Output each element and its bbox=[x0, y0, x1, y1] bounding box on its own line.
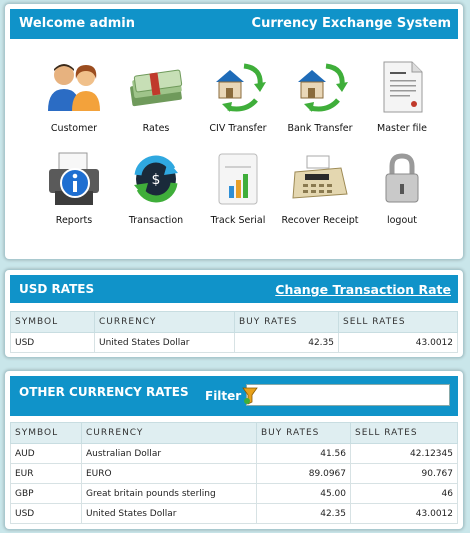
menu-item-transaction[interactable]: $ Transaction bbox=[115, 151, 197, 243]
menu-label: Master file bbox=[377, 123, 427, 134]
column-header: CURRENCY bbox=[94, 311, 235, 333]
column-header: SYMBOL bbox=[10, 311, 95, 333]
table-header-row: SYMBOL CURRENCY BUY RATES SELL RATES bbox=[10, 422, 458, 444]
welcome-text: Welcome admin bbox=[19, 16, 136, 31]
menu-grid: Customer Rates CIV Transfer Bank Transfe… bbox=[33, 59, 443, 243]
menu-item-civ-transfer[interactable]: CIV Transfer bbox=[197, 59, 279, 151]
bank-transfer-icon bbox=[289, 59, 351, 115]
column-header: SELL RATES bbox=[338, 311, 458, 333]
currency-cell: Australian Dollar bbox=[81, 443, 257, 464]
symbol-cell: USD bbox=[10, 332, 95, 353]
menu-label: Bank Transfer bbox=[287, 123, 353, 134]
system-title: Currency Exchange System bbox=[251, 16, 451, 31]
currency-cell: EURO bbox=[81, 463, 257, 484]
buy-rate-cell: 89.0967 bbox=[256, 463, 351, 484]
usd-rates-table: SYMBOL CURRENCY BUY RATES SELL RATES USD… bbox=[10, 311, 458, 353]
usd-rates-title: USD RATES bbox=[19, 282, 95, 296]
change-transaction-rate-link[interactable]: Change Transaction Rate bbox=[275, 282, 451, 297]
filter-input[interactable] bbox=[246, 384, 450, 406]
sell-rate-cell: 42.12345 bbox=[350, 443, 458, 464]
buy-rate-cell: 42.35 bbox=[256, 503, 351, 524]
money-stack-icon bbox=[125, 59, 187, 115]
menu-label: Transaction bbox=[128, 215, 184, 226]
symbol-cell: EUR bbox=[10, 463, 82, 484]
menu-label: CIV Transfer bbox=[209, 123, 267, 134]
table-row: USD United States Dollar 42.35 43.0012 bbox=[10, 503, 458, 524]
exchange-arrows-icon: $ bbox=[125, 151, 187, 207]
menu-item-reports[interactable]: Reports bbox=[33, 151, 115, 243]
house-transfer-icon bbox=[207, 59, 269, 115]
table-row: EUR EURO 89.0967 90.767 bbox=[10, 463, 458, 484]
main-menu-panel: Welcome admin Currency Exchange System C… bbox=[4, 3, 464, 260]
buy-rate-cell: 45.00 bbox=[256, 483, 351, 504]
buy-rate-cell: 41.56 bbox=[256, 443, 351, 464]
printer-info-icon bbox=[43, 151, 105, 207]
menu-item-logout[interactable]: logout bbox=[361, 151, 443, 243]
document-icon bbox=[371, 59, 433, 115]
menu-item-master-file[interactable]: Master file bbox=[361, 59, 443, 151]
menu-label: Customer bbox=[50, 123, 98, 134]
menu-label: Reports bbox=[55, 215, 93, 226]
currency-cell: United States Dollar bbox=[81, 503, 257, 524]
filter-funnel-icon bbox=[242, 386, 258, 406]
column-header: SELL RATES bbox=[350, 422, 458, 444]
menu-item-recover-receipt[interactable]: Recover Receipt bbox=[279, 151, 361, 243]
sell-rate-cell: 90.767 bbox=[350, 463, 458, 484]
buy-rate-cell: 42.35 bbox=[234, 332, 339, 353]
currency-cell: United States Dollar bbox=[94, 332, 235, 353]
numbers-chart-icon bbox=[207, 151, 269, 207]
other-rates-title: OTHER CURRENCY RATES bbox=[19, 385, 189, 399]
filter-label: Filter bbox=[205, 389, 242, 403]
sell-rate-cell: 43.0012 bbox=[338, 332, 458, 353]
other-rates-panel: OTHER CURRENCY RATES Filter SYMBOL CURRE… bbox=[4, 370, 464, 530]
customers-icon bbox=[43, 59, 105, 115]
menu-item-rates[interactable]: Rates bbox=[115, 59, 197, 151]
sell-rate-cell: 43.0012 bbox=[350, 503, 458, 524]
symbol-cell: USD bbox=[10, 503, 82, 524]
usd-rates-bar: USD RATES Change Transaction Rate bbox=[10, 275, 458, 303]
sell-rate-cell: 46 bbox=[350, 483, 458, 504]
other-rates-bar: OTHER CURRENCY RATES Filter bbox=[10, 376, 458, 416]
symbol-cell: GBP bbox=[10, 483, 82, 504]
table-row: AUD Australian Dollar 41.56 42.12345 bbox=[10, 443, 458, 464]
padlock-icon bbox=[371, 151, 433, 207]
svg-text:$: $ bbox=[152, 172, 161, 188]
usd-rates-panel: USD RATES Change Transaction Rate SYMBOL… bbox=[4, 269, 464, 358]
symbol-cell: AUD bbox=[10, 443, 82, 464]
menu-item-track-serial[interactable]: Track Serial bbox=[197, 151, 279, 243]
menu-item-customer[interactable]: Customer bbox=[33, 59, 115, 151]
menu-label: Recover Receipt bbox=[281, 215, 359, 226]
cash-register-icon bbox=[289, 151, 351, 207]
other-rates-table: SYMBOL CURRENCY BUY RATES SELL RATES AUD… bbox=[10, 422, 458, 524]
column-header: BUY RATES bbox=[234, 311, 339, 333]
table-header-row: SYMBOL CURRENCY BUY RATES SELL RATES bbox=[10, 311, 458, 333]
menu-item-bank-transfer[interactable]: Bank Transfer bbox=[279, 59, 361, 151]
column-header: SYMBOL bbox=[10, 422, 82, 444]
currency-cell: Great britain pounds sterling bbox=[81, 483, 257, 504]
menu-label: Track Serial bbox=[210, 215, 266, 226]
column-header: BUY RATES bbox=[256, 422, 351, 444]
column-header: CURRENCY bbox=[81, 422, 257, 444]
welcome-bar: Welcome admin Currency Exchange System bbox=[10, 9, 458, 39]
table-row: GBP Great britain pounds sterling 45.00 … bbox=[10, 483, 458, 504]
menu-label: Rates bbox=[142, 123, 170, 134]
table-row: USD United States Dollar 42.35 43.0012 bbox=[10, 332, 458, 353]
menu-label: logout bbox=[386, 215, 418, 226]
